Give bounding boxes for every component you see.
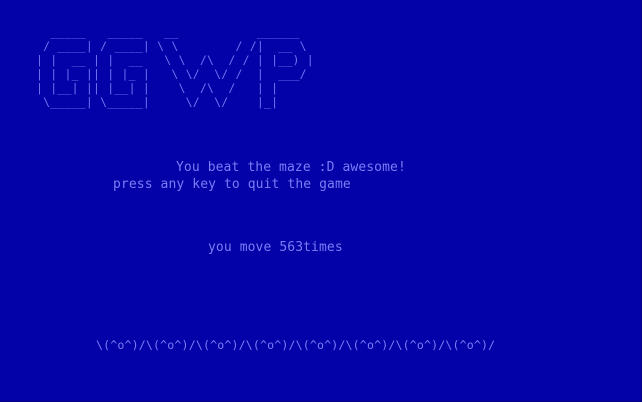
move-count: you move 563times xyxy=(208,240,343,255)
game-screen[interactable]: _____ _____ __ ______ / ____| / ____| \ … xyxy=(0,0,642,402)
celebration-banner: \(^o^)/\(^o^)/\(^o^)/\(^o^)/\(^o^)/\(^o^… xyxy=(96,338,496,352)
win-message: You beat the maze :D awesome! xyxy=(176,160,406,175)
ggwp-ascii-logo: _____ _____ __ ______ / ____| / ____| \ … xyxy=(36,25,314,109)
quit-prompt: press any key to quit the game xyxy=(113,177,351,192)
